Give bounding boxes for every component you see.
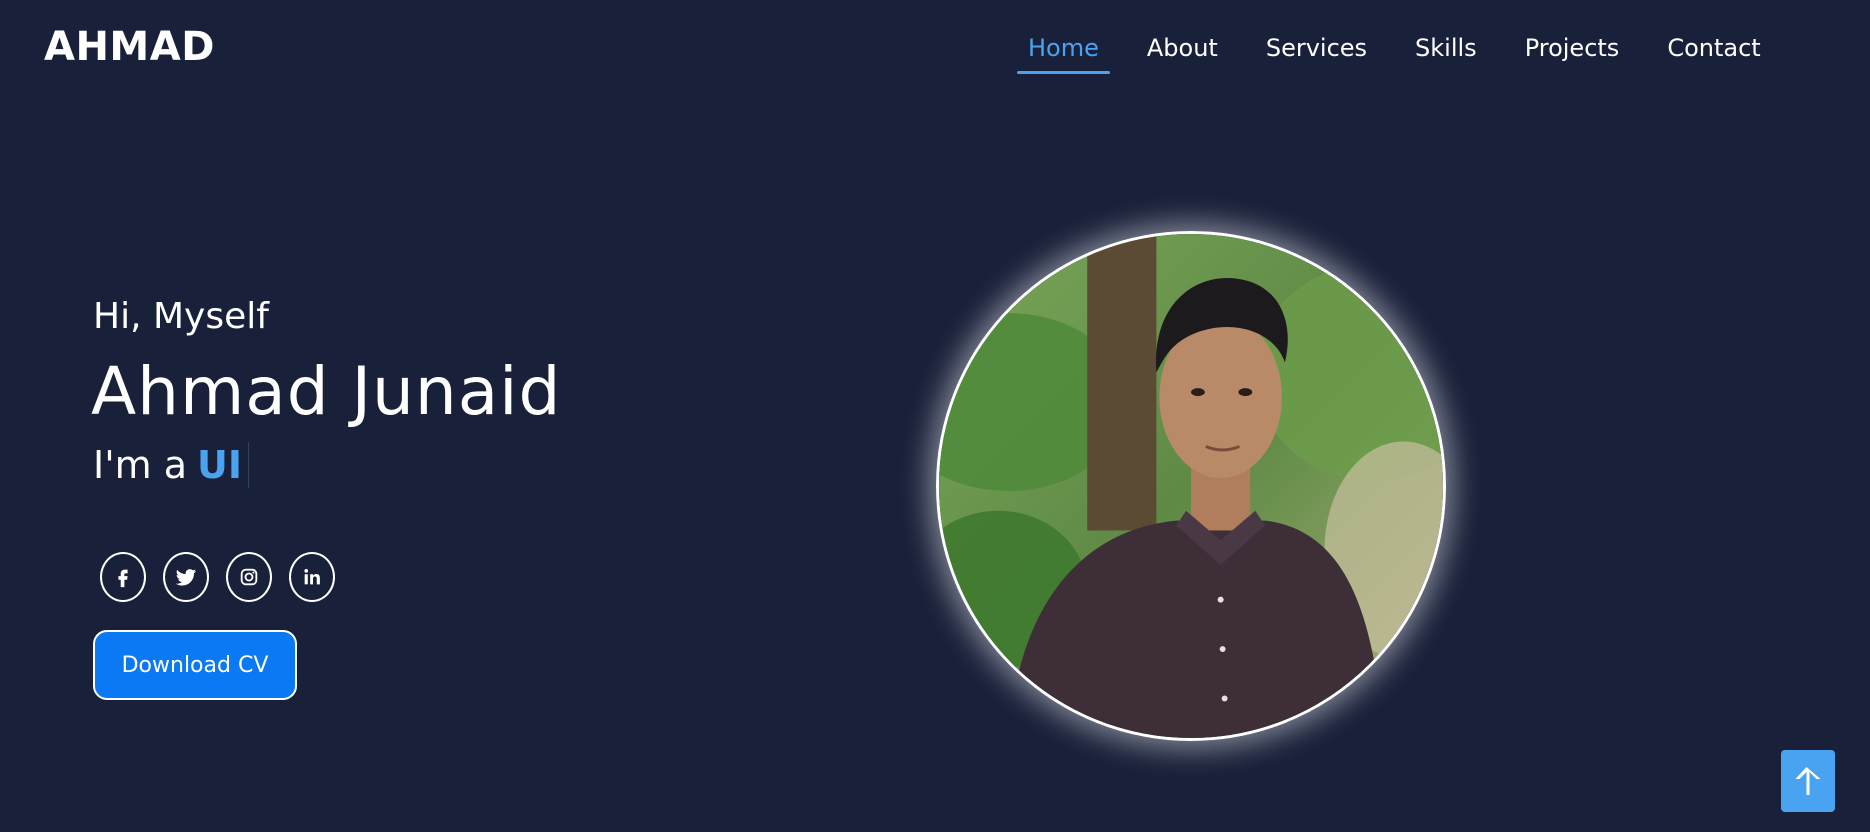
linkedin-icon: [304, 569, 320, 585]
facebook-icon: [118, 569, 128, 588]
arrow-up-icon: [1795, 767, 1821, 795]
nav-services[interactable]: Services: [1255, 30, 1378, 74]
nav-projects[interactable]: Projects: [1514, 30, 1631, 74]
page: AHMAD Home About Services Skills Project…: [0, 0, 1870, 832]
nav-skills[interactable]: Skills: [1404, 30, 1488, 74]
hero-greeting: Hi, Myself: [93, 296, 269, 337]
typing-cursor: [248, 442, 250, 488]
main-nav: Home About Services Skills Projects Cont…: [1017, 30, 1798, 74]
facebook-link[interactable]: [100, 552, 146, 602]
logo[interactable]: AHMAD: [44, 24, 215, 70]
social-links: [100, 552, 352, 602]
role-prefix: I'm a: [93, 443, 188, 487]
instagram-icon: [240, 568, 258, 586]
twitter-link[interactable]: [163, 552, 209, 602]
nav-home[interactable]: Home: [1017, 30, 1110, 74]
twitter-icon: [175, 569, 197, 586]
hero-name: Ahmad Junaid: [91, 353, 562, 430]
linkedin-link[interactable]: [289, 552, 335, 602]
profile-photo: [936, 231, 1446, 741]
nav-about[interactable]: About: [1136, 30, 1229, 74]
download-cv-button[interactable]: Download CV: [93, 630, 297, 700]
role-word: UI: [197, 443, 243, 487]
nav-contact[interactable]: Contact: [1656, 30, 1771, 74]
instagram-link[interactable]: [226, 552, 272, 602]
scroll-to-top-button[interactable]: [1781, 750, 1835, 812]
hero-role: I'm a UI: [93, 442, 250, 488]
profile-photo-image: [939, 234, 1443, 738]
